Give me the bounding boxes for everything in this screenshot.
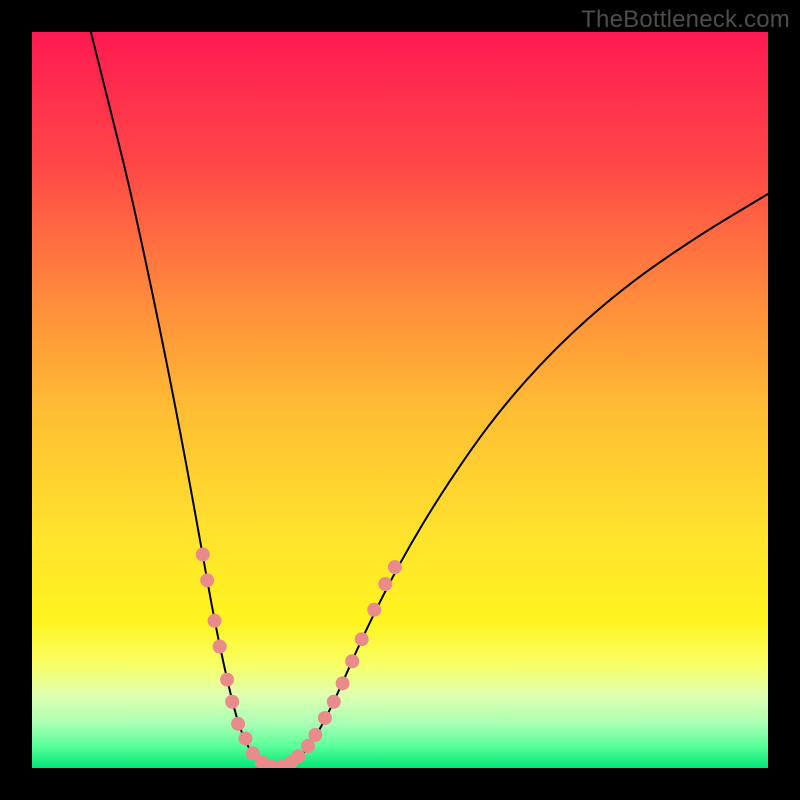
plot-area <box>32 32 768 768</box>
marker-dot <box>355 632 369 646</box>
marker-dot <box>378 577 392 591</box>
marker-dot <box>327 695 341 709</box>
marker-dot <box>231 717 245 731</box>
marker-dot <box>196 548 210 562</box>
watermark-text: TheBottleneck.com <box>581 6 790 34</box>
marker-dot <box>200 573 214 587</box>
marker-dot <box>291 749 305 763</box>
chart-svg <box>32 32 768 768</box>
marker-dot <box>225 695 239 709</box>
marker-dot <box>213 640 227 654</box>
marker-dot <box>367 603 381 617</box>
gradient-background <box>32 32 768 768</box>
marker-dot <box>388 560 402 574</box>
chart-frame: TheBottleneck.com <box>0 0 800 800</box>
marker-dot <box>345 654 359 668</box>
marker-dot <box>318 711 332 725</box>
marker-dot <box>308 728 322 742</box>
marker-dot <box>208 614 222 628</box>
marker-dot <box>238 732 252 746</box>
marker-dot <box>336 676 350 690</box>
marker-dot <box>220 673 234 687</box>
